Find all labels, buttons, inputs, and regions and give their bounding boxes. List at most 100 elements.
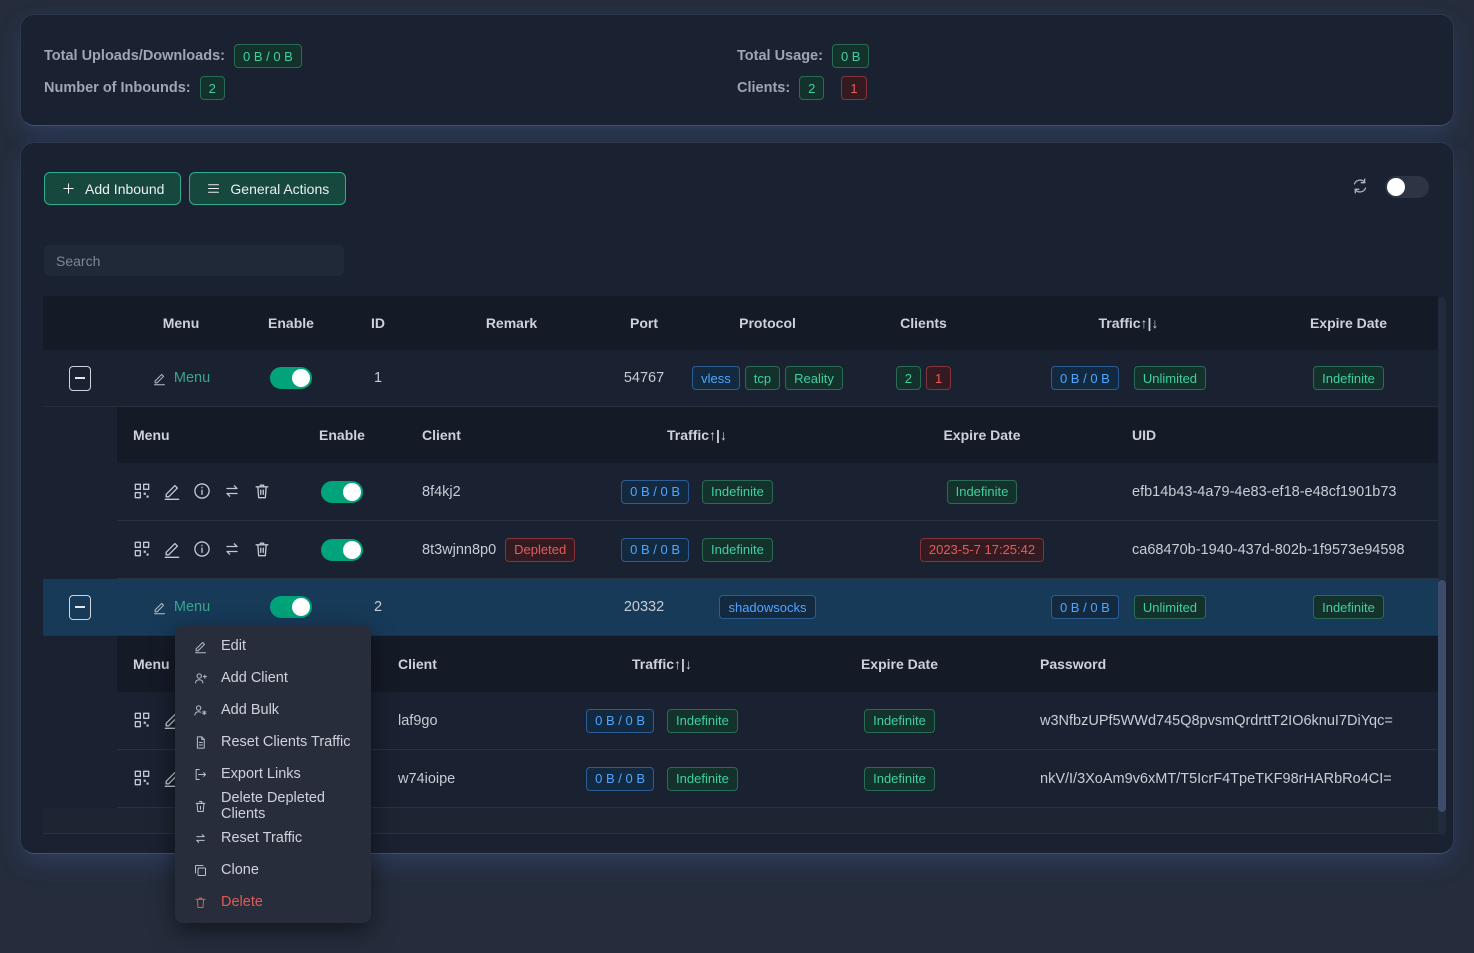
sub-header-enable: Enable (302, 427, 382, 443)
traffic-badge: 0 B / 0 B (1051, 595, 1119, 619)
toggle-knob (1387, 178, 1405, 196)
header-menu: Menu (117, 315, 245, 331)
client-expire-badge: 2023-5-7 17:25:42 (920, 538, 1044, 562)
edit-icon (193, 639, 208, 654)
inbound-port: 54767 (604, 370, 684, 386)
minus-icon (75, 606, 85, 608)
client-enable-toggle[interactable] (321, 481, 363, 503)
collapse-row-button[interactable] (69, 595, 91, 620)
network-tag: tcp (745, 366, 780, 390)
sub-header-traffic-sort[interactable]: Traffic↑|↓ (562, 427, 832, 443)
row-menu-button[interactable]: Menu (152, 599, 210, 615)
client-traffic-badge: 0 B / 0 B (586, 767, 654, 791)
scrollbar-thumb[interactable] (1438, 580, 1446, 812)
protocol-tag: vless (692, 366, 740, 390)
search-input[interactable] (44, 245, 344, 276)
menu-item-delete-depleted-clients[interactable]: Delete Depleted Clients (175, 790, 371, 822)
total-usage-label: Total Usage: (737, 48, 823, 64)
inbound-row-1: Menu 1 54767 vless tcp Reality 2 1 0 B /… (43, 350, 1438, 407)
menu-item-delete[interactable]: Delete (175, 886, 371, 918)
client-traffic-badge: 0 B / 0 B (621, 480, 689, 504)
reset-traffic-icon[interactable] (222, 539, 244, 561)
add-inbound-button[interactable]: Add Inbound (44, 172, 181, 205)
total-usage-stat: Total Usage: 0 B (737, 40, 1430, 72)
sub-header-menu: Menu (117, 427, 302, 443)
client-enable-toggle[interactable] (321, 539, 363, 561)
delete-client-icon[interactable] (252, 481, 274, 503)
refresh-icon[interactable] (1350, 176, 1372, 198)
sub-header-expire-date: Expire Date (762, 656, 1037, 672)
clients-stat: Clients: 2 1 (737, 72, 1430, 104)
edit-icon (152, 600, 167, 615)
client-row: 8t3wjnn8p0 Depleted 0 B / 0 B Indefinite… (117, 521, 1438, 579)
reset-traffic-icon (193, 831, 208, 846)
header-port: Port (604, 315, 684, 331)
add-client-icon (193, 671, 208, 686)
reset-traffic-icon[interactable] (222, 481, 244, 503)
delete-depleted-clients-icon (193, 799, 208, 814)
vless-clients-table: Menu Enable Client Traffic↑|↓ Expire Dat… (117, 407, 1438, 579)
client-traffic-badge: 0 B / 0 B (621, 538, 689, 562)
header-id: ID (337, 315, 419, 331)
sub-header-expire-date: Expire Date (832, 427, 1132, 443)
sub-header-client: Client (382, 656, 562, 672)
inbound-enable-toggle[interactable] (270, 367, 312, 389)
inbound-context-menu: Edit Add Client Add Bulk Reset Clients T… (175, 625, 371, 923)
client-expire-badge: Indefinite (864, 767, 935, 791)
traffic-limit-badge: Unlimited (1134, 366, 1206, 390)
menu-item-edit[interactable]: Edit (175, 630, 371, 662)
info-icon[interactable] (192, 539, 214, 561)
inbound-id: 2 (337, 599, 419, 615)
toolbar: Add Inbound General Actions (44, 172, 346, 205)
sub-header-password: Password (1037, 656, 1438, 672)
client-row: 8f4kj2 0 B / 0 B Indefinite Indefinite e… (117, 463, 1438, 521)
edit-client-icon[interactable] (162, 539, 184, 561)
total-uploads-downloads-label: Total Uploads/Downloads: (44, 48, 225, 64)
menu-item-clone[interactable]: Clone (175, 854, 371, 886)
menu-item-reset-clients-traffic[interactable]: Reset Clients Traffic (175, 726, 371, 758)
clients-active-badge: 2 (799, 76, 824, 100)
header-enable: Enable (245, 315, 337, 331)
inbound-id: 1 (337, 370, 419, 386)
client-password: nkV/I/3XoAm9v6xMT/T5IcrF4TpeTKF98rHARbRo… (1037, 771, 1438, 787)
total-usage-value: 0 B (832, 44, 870, 68)
qrcode-icon[interactable] (132, 768, 154, 790)
qrcode-icon[interactable] (132, 710, 154, 732)
menu-item-add-client[interactable]: Add Client (175, 662, 371, 694)
edit-client-icon[interactable] (162, 481, 184, 503)
expire-badge: Indefinite (1313, 595, 1384, 619)
dark-mode-toggle[interactable] (1385, 176, 1429, 198)
qrcode-icon[interactable] (132, 481, 154, 503)
menu-item-export-links[interactable]: Export Links (175, 758, 371, 790)
collapse-row-button[interactable] (69, 366, 91, 391)
add-inbound-label: Add Inbound (85, 181, 164, 197)
menu-item-add-bulk[interactable]: Add Bulk (175, 694, 371, 726)
traffic-limit-badge: Unlimited (1134, 595, 1206, 619)
clients-active-badge: 2 (896, 366, 921, 390)
info-icon[interactable] (192, 481, 214, 503)
inbound-port: 20332 (604, 599, 684, 615)
row-menu-button[interactable]: Menu (152, 370, 210, 386)
client-traffic-limit-badge: Indefinite (667, 709, 738, 733)
client-expire-badge: Indefinite (864, 709, 935, 733)
qrcode-icon[interactable] (132, 539, 154, 561)
total-uploads-downloads-stat: Total Uploads/Downloads: 0 B / 0 B (44, 40, 737, 72)
header-expire-date: Expire Date (1261, 315, 1436, 331)
client-traffic-limit-badge: Indefinite (702, 480, 773, 504)
general-actions-button[interactable]: General Actions (189, 172, 346, 205)
sub-header-traffic-sort[interactable]: Traffic↑|↓ (562, 656, 762, 672)
client-name: laf9go (382, 713, 562, 729)
header-traffic-sort[interactable]: Traffic↑|↓ (996, 315, 1261, 331)
edit-icon (152, 371, 167, 386)
menu-item-reset-traffic[interactable]: Reset Traffic (175, 822, 371, 854)
client-uid: ca68470b-1940-437d-802b-1f9573e94598 (1132, 542, 1438, 558)
vless-clients-header: Menu Enable Client Traffic↑|↓ Expire Dat… (117, 407, 1438, 463)
client-password: w3NfbzUPf5WWd745Q8pvsmQrdrttT2IO6knuI7Di… (1037, 713, 1438, 729)
delete-client-icon[interactable] (252, 539, 274, 561)
sub-header-client: Client (382, 427, 562, 443)
security-tag: Reality (785, 366, 843, 390)
menu-lines-icon (206, 181, 221, 196)
inbound-enable-toggle[interactable] (270, 596, 312, 618)
delete-icon (193, 895, 208, 910)
plus-icon (61, 181, 76, 196)
